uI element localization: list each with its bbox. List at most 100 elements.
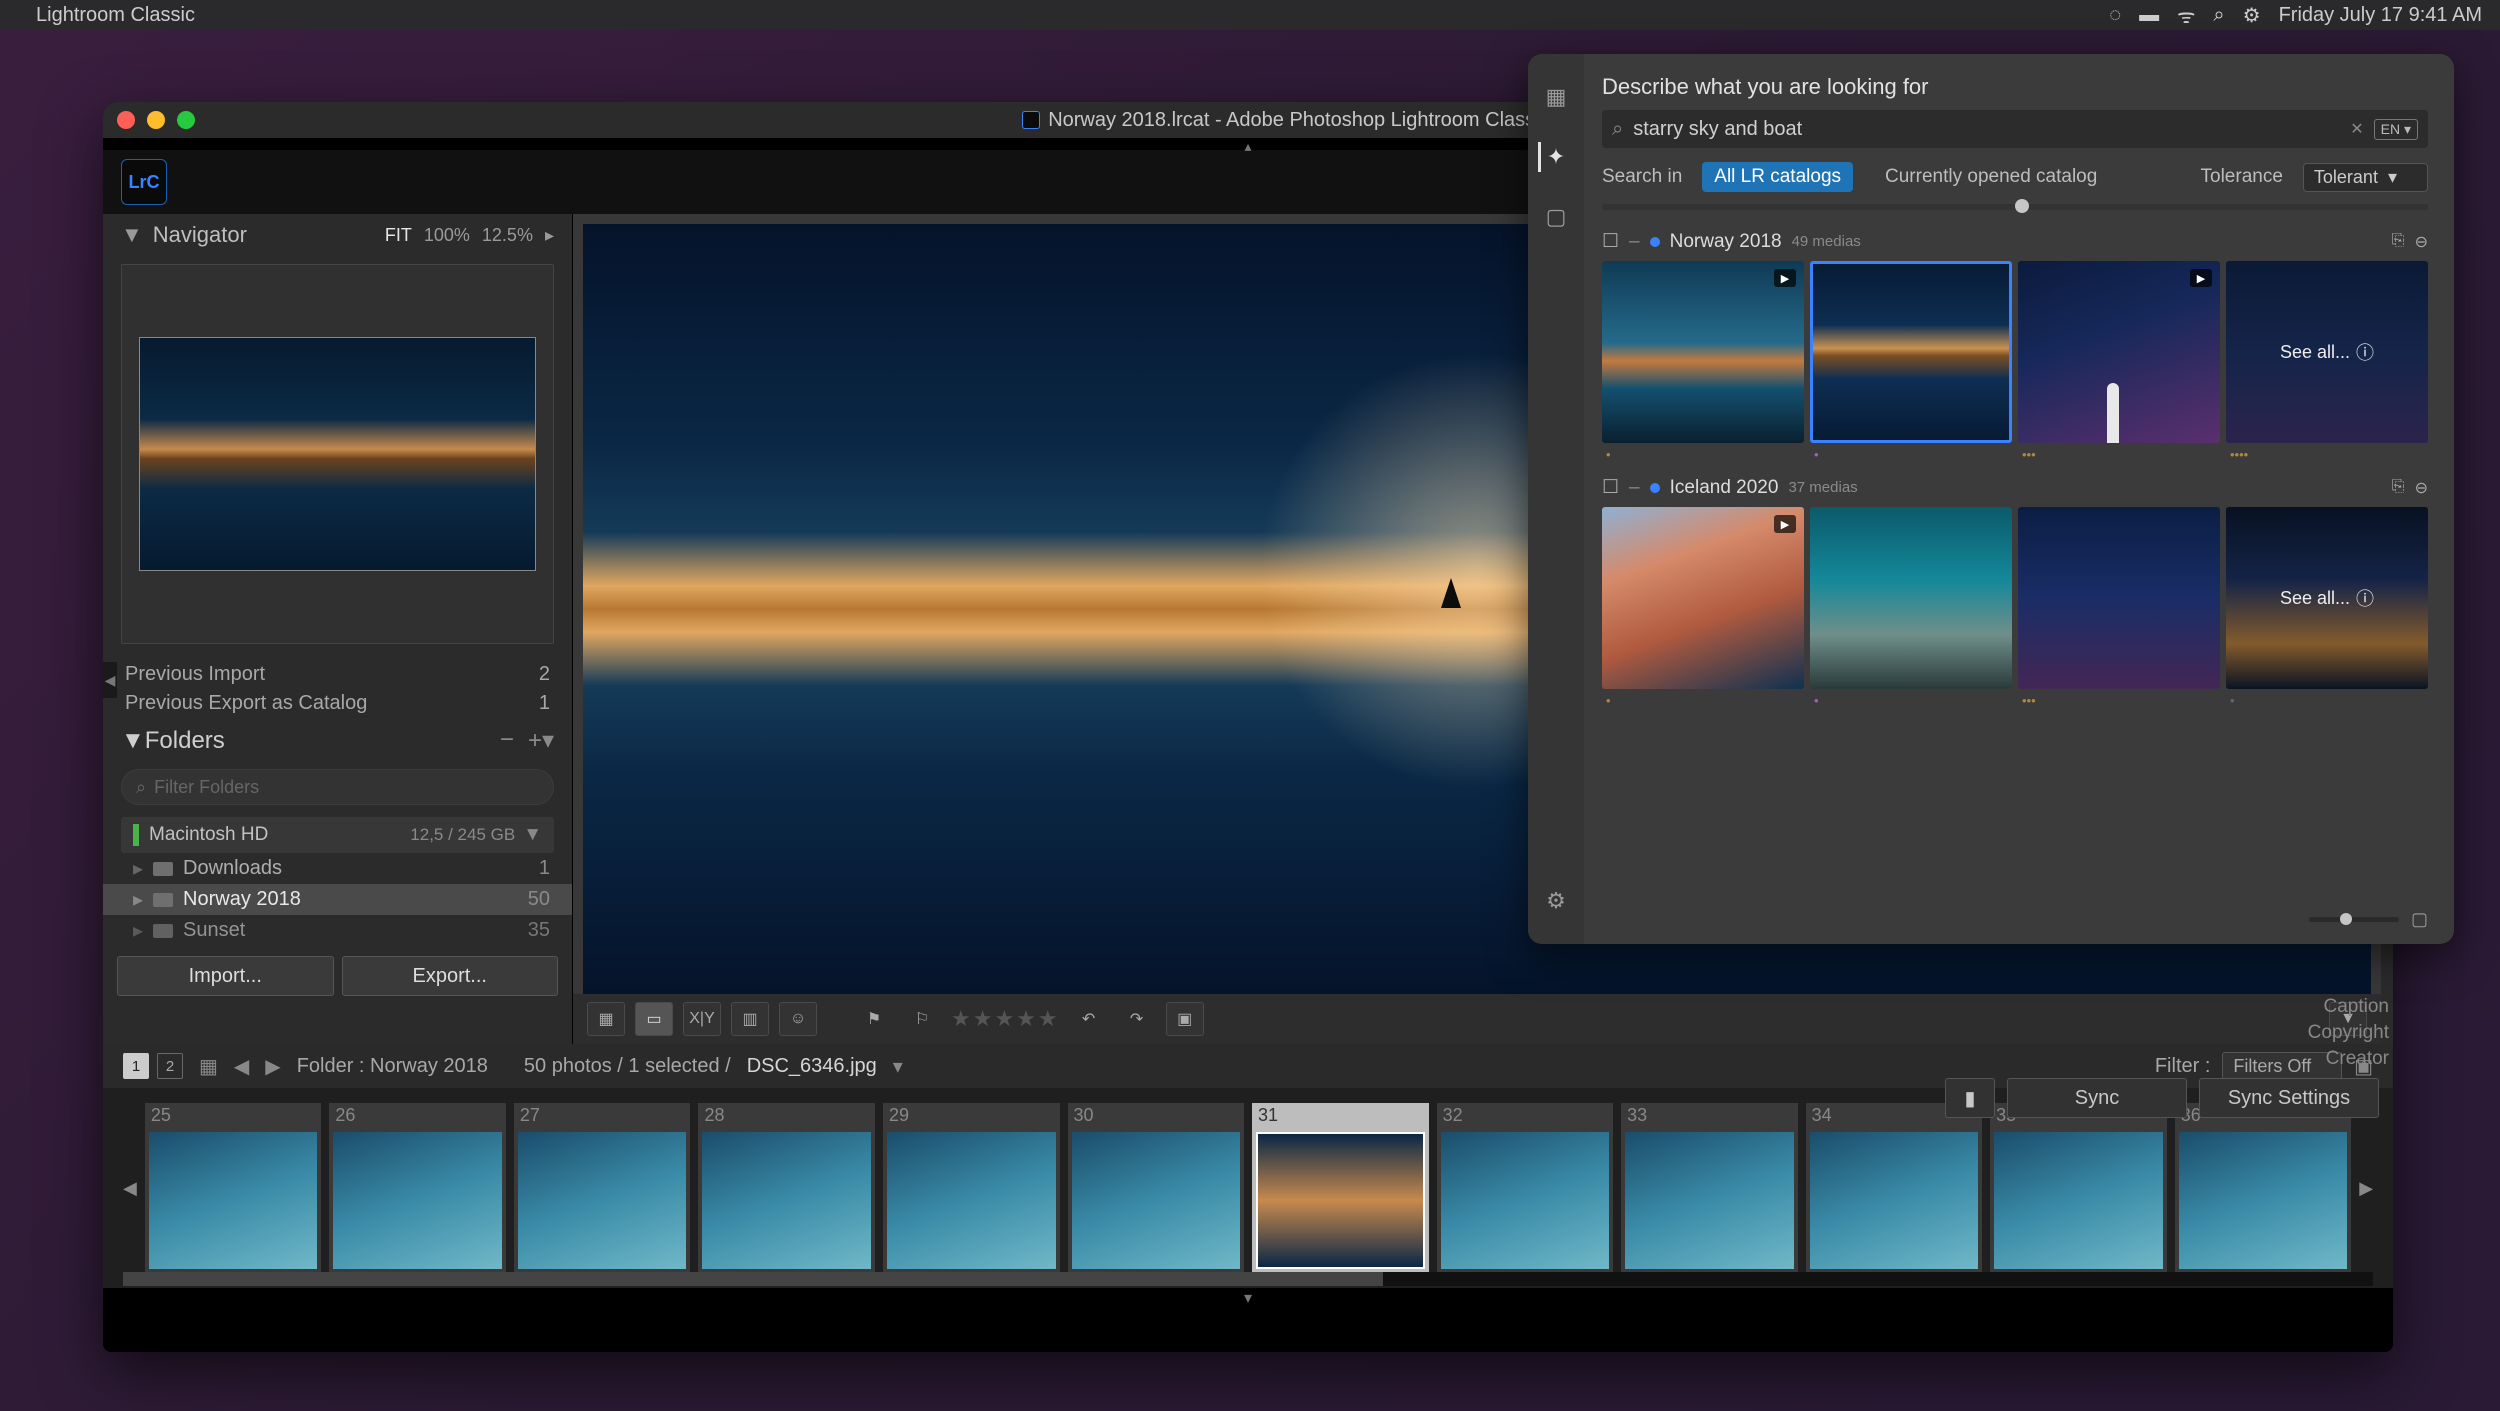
result-thumb[interactable]: ▶ xyxy=(1602,507,1804,689)
collapse-catalog-icon[interactable]: ⊖ xyxy=(2415,478,2428,498)
zoom-menu-icon[interactable]: ▸ xyxy=(545,225,554,246)
control-center-icon[interactable]: ⚙ xyxy=(2243,3,2261,28)
zoom-window-button[interactable] xyxy=(177,111,195,129)
catalog-color-dot xyxy=(1650,483,1660,493)
zoom-125[interactable]: 12.5% xyxy=(482,225,533,246)
add-folder-icon[interactable]: +▾ xyxy=(528,726,554,755)
loupe-view-button[interactable]: ▭ xyxy=(635,1002,673,1036)
checkbox-icon[interactable]: ☐ xyxy=(1602,476,1619,499)
zoom-100[interactable]: 100% xyxy=(424,225,470,246)
battery-icon[interactable]: ▬ xyxy=(2139,4,2159,27)
flag-pick-icon[interactable]: ⚑ xyxy=(855,1002,893,1036)
search-input[interactable]: ⌕ starry sky and boat ✕ EN ▾ xyxy=(1602,110,2428,148)
chevron-down-icon[interactable]: ▾ xyxy=(893,1054,903,1079)
search-icon[interactable]: ⌕ xyxy=(2213,4,2224,27)
filmstrip-thumb[interactable]: 29 xyxy=(883,1103,1060,1273)
left-panel-toggle[interactable]: ◀ xyxy=(103,662,117,698)
folder-row-norway[interactable]: ▸ Norway 2018 50 xyxy=(103,884,572,915)
filter-folders-input[interactable]: ⌕ Filter Folders xyxy=(121,769,554,805)
filmstrip-thumb-selected[interactable]: 31 xyxy=(1252,1103,1429,1273)
thumb-size-icon[interactable]: ▢ xyxy=(2411,909,2428,930)
filmstrip-thumb[interactable]: 25 xyxy=(145,1103,322,1273)
navigator-thumb xyxy=(139,337,536,571)
compare-view-button[interactable]: X|Y xyxy=(683,1002,721,1036)
rotate-cw-icon[interactable]: ↷ xyxy=(1118,1002,1156,1036)
collection-previous-import[interactable]: Previous Import 2 xyxy=(103,660,572,689)
tolerance-slider[interactable] xyxy=(1602,204,2428,210)
result-thumb[interactable]: ▶ xyxy=(1602,261,1804,443)
volume-menu-icon[interactable]: ▼ xyxy=(523,824,542,846)
filmstrip-thumb[interactable]: 35 xyxy=(1990,1103,2167,1273)
wifi-icon[interactable]: ᯤ xyxy=(2177,2,2195,29)
grid-view-button[interactable]: ▦ xyxy=(587,1002,625,1036)
filmstrip-thumb[interactable]: 33 xyxy=(1621,1103,1798,1273)
remove-folder-icon[interactable]: − xyxy=(500,726,514,755)
filmstrip-thumb[interactable]: 27 xyxy=(514,1103,691,1273)
filmstrip-thumb[interactable]: 28 xyxy=(698,1103,875,1273)
collection-previous-export[interactable]: Previous Export as Catalog 1 xyxy=(103,689,572,718)
folder-row-downloads[interactable]: ▸ Downloads 1 xyxy=(103,853,572,884)
result-thumb-seeall[interactable]: See all...ⓘ xyxy=(2226,261,2428,443)
folder-row-sunset[interactable]: ▸ Sunset 35 xyxy=(103,915,572,946)
clear-search-icon[interactable]: ✕ xyxy=(2350,119,2363,139)
rail-image-icon[interactable]: ▢ xyxy=(1541,202,1571,232)
scope-all-catalogs[interactable]: All LR catalogs xyxy=(1702,162,1853,192)
result-thumb-seeall[interactable]: See all...ⓘ xyxy=(2226,507,2428,689)
filmstrip-thumb[interactable]: 26 xyxy=(329,1103,506,1273)
nav-back-icon[interactable]: ◀ xyxy=(234,1054,249,1079)
checkbox-icon[interactable]: ☐ xyxy=(1602,230,1619,253)
result-thumb[interactable]: ▶ xyxy=(2018,261,2220,443)
menubar-clock[interactable]: Friday July 17 9:41 AM xyxy=(2279,4,2482,27)
filmstrip-right-arrow[interactable]: ▶ xyxy=(2359,1178,2373,1199)
volume-row[interactable]: Macintosh HD 12,5 / 245 GB ▼ xyxy=(121,817,554,853)
filmstrip-thumb[interactable]: 36 xyxy=(2175,1103,2352,1273)
collapse-catalog-icon[interactable]: ⊖ xyxy=(2415,232,2428,252)
result-catalog-header[interactable]: ☐ – Norway 2018 49 medias ⎘ ⊖ xyxy=(1602,230,2428,253)
rail-grid-icon[interactable]: ▦ xyxy=(1541,82,1571,112)
flag-reject-icon[interactable]: ⚐ xyxy=(903,1002,941,1036)
result-catalog-header[interactable]: ☐ – Iceland 2020 37 medias ⎘ ⊖ xyxy=(1602,476,2428,499)
sync-button[interactable]: Sync xyxy=(2007,1078,2187,1118)
folders-header[interactable]: ▼ Folders − +▾ xyxy=(103,718,572,763)
add-to-collection-icon[interactable]: ⎘ xyxy=(2392,232,2405,252)
language-badge[interactable]: EN ▾ xyxy=(2374,119,2418,140)
second-display-button[interactable]: 2 xyxy=(157,1053,183,1079)
main-display-button[interactable]: 1 xyxy=(123,1053,149,1079)
tolerance-select[interactable]: Tolerant ▾ xyxy=(2303,163,2428,192)
navigator-header[interactable]: ▼ Navigator FIT 100% 12.5% ▸ xyxy=(103,214,572,256)
bottom-panel-toggle[interactable]: ▾ xyxy=(103,1288,2393,1304)
sync-status-icon[interactable]: ◌ xyxy=(2109,4,2121,27)
result-thumb[interactable] xyxy=(2018,507,2220,689)
sync-toggle-button[interactable]: ▮ xyxy=(1945,1078,1995,1118)
rail-chat-icon[interactable]: ✦ xyxy=(1538,142,1568,172)
nav-fwd-icon[interactable]: ▶ xyxy=(265,1054,280,1079)
close-window-button[interactable] xyxy=(117,111,135,129)
slideshow-button[interactable]: ▣ xyxy=(1166,1002,1204,1036)
rotate-ccw-icon[interactable]: ↶ xyxy=(1070,1002,1108,1036)
import-button[interactable]: Import... xyxy=(117,956,334,996)
filmstrip-thumb[interactable]: 30 xyxy=(1068,1103,1245,1273)
people-view-button[interactable]: ☺ xyxy=(779,1002,817,1036)
add-to-collection-icon[interactable]: ⎘ xyxy=(2392,478,2405,498)
sync-settings-button[interactable]: Sync Settings xyxy=(2199,1078,2379,1118)
survey-view-button[interactable]: ▥ xyxy=(731,1002,769,1036)
app-menu[interactable]: Lightroom Classic xyxy=(36,4,195,27)
filmstrip-thumb[interactable]: 32 xyxy=(1437,1103,1614,1273)
slider-knob[interactable] xyxy=(2340,913,2352,925)
slider-knob[interactable] xyxy=(2015,199,2029,213)
breadcrumb-path[interactable]: Folder : Norway 2018 xyxy=(297,1055,488,1078)
minimize-window-button[interactable] xyxy=(147,111,165,129)
rail-settings-icon[interactable]: ⚙ xyxy=(1541,886,1571,916)
rating-stars[interactable]: ★★★★★ xyxy=(951,1006,1060,1032)
grid-small-icon[interactable]: ▦ xyxy=(199,1054,218,1079)
zoom-fit[interactable]: FIT xyxy=(385,225,412,246)
filmstrip-thumb[interactable]: 34 xyxy=(1806,1103,1983,1273)
thumb-size-slider[interactable] xyxy=(2309,917,2399,922)
result-thumb-selected[interactable] xyxy=(1810,261,2012,443)
result-thumb[interactable] xyxy=(1810,507,2012,689)
scope-current-catalog[interactable]: Currently opened catalog xyxy=(1873,162,2109,192)
navigator-preview[interactable] xyxy=(121,264,554,644)
filmstrip-left-arrow[interactable]: ◀ xyxy=(123,1178,137,1199)
filmstrip-scrollbar-thumb[interactable] xyxy=(123,1272,1383,1286)
export-button[interactable]: Export... xyxy=(342,956,559,996)
